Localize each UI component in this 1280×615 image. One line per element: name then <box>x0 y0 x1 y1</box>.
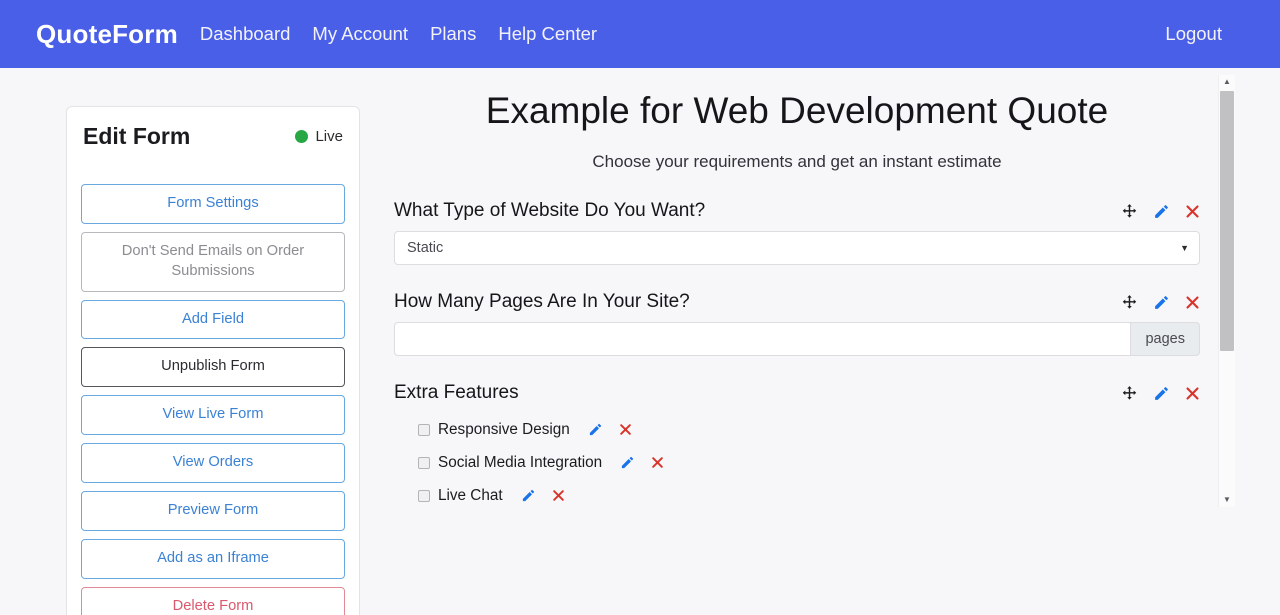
move-icon[interactable] <box>1121 203 1138 220</box>
nav-link-plans[interactable]: Plans <box>430 23 476 45</box>
field-actions <box>1121 203 1200 220</box>
field-header: Extra Features <box>394 382 1200 404</box>
scrollbar-thumb[interactable] <box>1220 91 1234 351</box>
page-count-input[interactable] <box>394 322 1131 357</box>
dont-send-emails-button[interactable]: Don't Send Emails on Order Submissions <box>81 231 345 292</box>
page-count-unit-addon: pages <box>1130 322 1200 357</box>
close-x-icon[interactable] <box>1185 386 1200 401</box>
panel-header: Edit Form Live <box>81 123 345 150</box>
status-dot-icon <box>295 130 309 143</box>
website-type-value: Static <box>407 240 444 257</box>
chevron-down-icon: ▼ <box>1180 243 1189 254</box>
scroll-down-glyph: ▼ <box>1223 495 1231 504</box>
add-field-button[interactable]: Add Field <box>81 299 345 340</box>
pencil-icon[interactable] <box>1153 385 1170 402</box>
brand-logo[interactable]: QuoteForm <box>36 19 178 50</box>
add-as-iframe-button[interactable]: Add as an Iframe <box>81 538 345 579</box>
form-title: Example for Web Development Quote <box>485 90 1109 131</box>
field-extra-features: Extra Features Responsive Design Social … <box>394 382 1200 512</box>
website-type-select[interactable]: Static ▼ <box>394 231 1200 266</box>
scroll-up-glyph: ▲ <box>1223 77 1231 86</box>
close-x-icon[interactable] <box>552 489 565 502</box>
top-navbar: QuoteForm Dashboard My Account Plans Hel… <box>0 0 1280 68</box>
form-settings-button[interactable]: Form Settings <box>81 184 345 224</box>
field-page-count: How Many Pages Are In Your Site? pages <box>394 291 1200 357</box>
scroll-up-arrow-icon[interactable]: ▲ <box>1219 75 1235 89</box>
move-icon[interactable] <box>1121 385 1138 402</box>
option-row: Social Media Integration <box>394 446 1200 479</box>
pencil-icon[interactable] <box>620 455 635 470</box>
option-label: Social Media Integration <box>438 453 603 471</box>
panel-title: Edit Form <box>83 123 191 149</box>
pencil-icon[interactable] <box>1153 294 1170 311</box>
field-header: How Many Pages Are In Your Site? <box>394 291 1200 313</box>
field-actions <box>1121 385 1200 402</box>
status-badge: Live <box>295 128 343 145</box>
form-preview-area: Example for Web Development Quote Choose… <box>360 68 1280 615</box>
edit-form-panel: Edit Form Live Form Settings Don't Send … <box>66 106 360 615</box>
nav-link-help-center[interactable]: Help Center <box>498 23 597 45</box>
preview-form-button[interactable]: Preview Form <box>81 490 345 531</box>
status-label: Live <box>315 128 343 145</box>
option-checkbox[interactable] <box>418 456 430 469</box>
extra-features-options: Responsive Design Social Media Integrati… <box>394 413 1200 512</box>
scrollbar-track[interactable] <box>1219 89 1235 493</box>
option-label: Live Chat <box>438 486 503 504</box>
pencil-icon[interactable] <box>521 488 536 503</box>
close-x-icon[interactable] <box>1185 204 1200 219</box>
nav-link-dashboard[interactable]: Dashboard <box>200 23 291 45</box>
option-checkbox[interactable] <box>418 489 430 502</box>
field-header: What Type of Website Do You Want? <box>394 200 1200 222</box>
delete-form-button[interactable]: Delete Form <box>81 586 345 615</box>
close-x-icon[interactable] <box>619 423 632 436</box>
page-body: Edit Form Live Form Settings Don't Send … <box>0 68 1280 615</box>
option-row: Live Chat <box>394 479 1200 512</box>
vertical-scrollbar[interactable]: ▲ ▼ <box>1218 75 1235 507</box>
pencil-icon[interactable] <box>588 422 603 437</box>
pencil-icon[interactable] <box>1153 203 1170 220</box>
view-orders-button[interactable]: View Orders <box>81 443 345 483</box>
page-count-input-group: pages <box>394 322 1200 357</box>
close-x-icon[interactable] <box>651 456 664 469</box>
field-actions <box>1121 294 1200 311</box>
close-x-icon[interactable] <box>1185 295 1200 310</box>
option-checkbox[interactable] <box>418 423 430 436</box>
sidebar-column: Edit Form Live Form Settings Don't Send … <box>0 68 360 615</box>
move-icon[interactable] <box>1121 294 1138 311</box>
option-label: Responsive Design <box>438 420 570 438</box>
nav-links: Dashboard My Account Plans Help Center <box>200 23 597 45</box>
field-website-type: What Type of Website Do You Want? Static… <box>394 200 1200 266</box>
field-label: What Type of Website Do You Want? <box>394 200 706 222</box>
option-row: Responsive Design <box>394 413 1200 446</box>
view-live-form-button[interactable]: View Live Form <box>81 395 345 436</box>
field-label: How Many Pages Are In Your Site? <box>394 291 690 313</box>
scroll-down-arrow-icon[interactable]: ▼ <box>1219 493 1235 507</box>
nav-link-my-account[interactable]: My Account <box>312 23 408 45</box>
form-subtitle: Choose your requirements and get an inst… <box>592 152 1002 172</box>
logout-link[interactable]: Logout <box>1165 23 1222 45</box>
field-label: Extra Features <box>394 382 519 404</box>
unpublish-form-button[interactable]: Unpublish Form <box>81 347 345 388</box>
